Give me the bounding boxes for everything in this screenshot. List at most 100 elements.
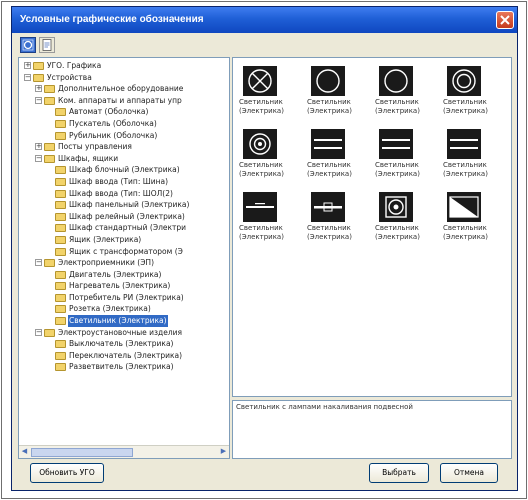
title-bar[interactable]: Условные графические обозначения: [12, 7, 517, 33]
folder-icon: [55, 166, 66, 175]
folder-icon: [55, 317, 66, 326]
tree-item[interactable]: Ящик (Электрика): [21, 234, 221, 246]
symbol-item[interactable]: Светильник (Электрика): [239, 188, 309, 250]
symbol-item[interactable]: Светильник (Электрика): [307, 125, 377, 187]
tree-item[interactable]: Светильник (Электрика): [21, 315, 221, 327]
expand-icon[interactable]: +: [35, 143, 42, 151]
symbol-item[interactable]: Светильник (Электрика): [443, 125, 511, 187]
tree-item[interactable]: − Электроустановочные изделия: [21, 327, 221, 339]
horizontal-scrollbar[interactable]: ◀ ▶: [19, 445, 229, 458]
symbol-item[interactable]: Светильник (Электрика): [239, 62, 309, 124]
folder-icon: [55, 224, 66, 233]
collapse-icon[interactable]: −: [35, 259, 42, 267]
tree-item[interactable]: Шкаф стандартный (Электри: [21, 222, 221, 234]
folder-icon: [55, 201, 66, 210]
tree-item-label: Переключатель (Электрика): [69, 350, 183, 360]
choose-button[interactable]: Выбрать: [369, 463, 429, 483]
tree-item-label: Шкаф стандартный (Электри: [69, 223, 187, 233]
tree-item[interactable]: + Посты управления: [21, 141, 221, 153]
view-list-button[interactable]: [39, 37, 55, 53]
folder-icon: [33, 62, 44, 70]
tree-item[interactable]: Шкаф ввода (Тип: Шина): [21, 176, 221, 188]
tree-item-label: Дополнительное оборудование: [58, 84, 184, 94]
update-ugo-button[interactable]: Обновить УГО: [30, 463, 104, 483]
scroll-thumb[interactable]: [31, 448, 133, 457]
symbol-label-line2: (Электрика): [239, 107, 284, 115]
tree-item[interactable]: Автомат (Оболочка): [21, 106, 221, 118]
tree-item[interactable]: Выключатель (Электрика): [21, 338, 221, 350]
collapse-icon[interactable]: −: [35, 96, 42, 104]
lamp-diagonal-icon: [447, 192, 481, 222]
folder-icon: [55, 270, 66, 279]
tree-item-label: Светильник (Электрика): [68, 315, 168, 327]
tree-item[interactable]: − Шкафы, ящики: [21, 153, 221, 165]
tree-item-label: Розетка (Электрика): [69, 304, 151, 314]
tree-item-label: Рубильник (Оболочка): [69, 130, 158, 140]
dialog-window: Условные графические обозначения + УГО. Г…: [11, 6, 518, 491]
symbol-item[interactable]: Светильник (Электрика): [239, 125, 309, 187]
expand-icon[interactable]: +: [35, 85, 42, 93]
symbol-item[interactable]: Светильник (Электрика): [375, 62, 445, 124]
tree-item[interactable]: Шкаф релейный (Электрика): [21, 211, 221, 223]
folder-icon: [55, 189, 66, 198]
symbol-item[interactable]: Светильник (Электрика): [307, 188, 377, 250]
symbol-label-line2: (Электрика): [375, 233, 420, 241]
tree-item[interactable]: Двигатель (Электрика): [21, 269, 221, 281]
symbol-label: Светильник (Электрика): [375, 224, 445, 242]
close-button[interactable]: [496, 11, 514, 29]
folder-icon: [44, 328, 55, 337]
tree-view[interactable]: + УГО. Графика − Устройства + Дополнительное …: [21, 60, 221, 373]
tree-item[interactable]: − Электроприемники (ЭП): [21, 257, 221, 269]
tree-item[interactable]: − Устройства: [21, 72, 221, 84]
scroll-right-icon[interactable]: ▶: [219, 447, 228, 456]
symbol-label-line1: Светильник: [307, 224, 351, 232]
tree-panel: + УГО. Графика − Устройства + Дополнительное …: [18, 57, 230, 459]
tree-item[interactable]: Шкаф ввода (Тип: ШОЛ(2): [21, 188, 221, 200]
window-title: Условные графические обозначения: [20, 14, 204, 25]
collapse-icon[interactable]: −: [24, 73, 31, 81]
collapse-icon[interactable]: −: [35, 328, 42, 336]
tree-item[interactable]: Пускатель (Оболочка): [21, 118, 221, 130]
tree-item[interactable]: Розетка (Электрика): [21, 303, 221, 315]
right-panel: Светильник (Электрика) Светильник (Электрик…: [232, 57, 512, 459]
folder-icon: [55, 340, 66, 349]
folder-icon: [55, 363, 66, 372]
collapse-icon[interactable]: −: [35, 154, 42, 162]
tree-item[interactable]: − Ком. аппараты и аппараты упр: [21, 95, 221, 107]
symbol-item[interactable]: Светильник (Электрика): [443, 62, 511, 124]
tree-item[interactable]: Потребитель РИ (Электрика): [21, 292, 221, 304]
tree-item-label: Шкаф панельный (Электрика): [69, 200, 190, 210]
symbol-grid: Светильник (Электрика) Светильник (Электрик…: [232, 57, 512, 397]
tree-item[interactable]: Нагреватель (Электрика): [21, 280, 221, 292]
tree-item[interactable]: + Дополнительное оборудование: [21, 83, 221, 95]
lamp-bar-icon: [311, 192, 345, 222]
symbol-item[interactable]: Светильник (Электрика): [443, 188, 511, 250]
folder-icon: [55, 119, 66, 128]
tree-item-label: Выключатель (Электрика): [69, 339, 174, 349]
tree-item-label: Посты управления: [58, 142, 132, 152]
folder-icon: [44, 259, 55, 268]
symbol-label-line1: Светильник: [239, 161, 283, 169]
symbol-item[interactable]: Светильник (Электрика): [375, 188, 445, 250]
expand-icon[interactable]: +: [24, 62, 31, 69]
view-icons-button[interactable]: [20, 37, 36, 53]
tree-item[interactable]: Рубильник (Оболочка): [21, 130, 221, 142]
toolbar: [18, 37, 58, 55]
folder-icon: [55, 212, 66, 221]
tree-item[interactable]: Шкаф панельный (Электрика): [21, 199, 221, 211]
folder-icon: [44, 154, 55, 163]
tree-item[interactable]: Переключатель (Электрика): [21, 350, 221, 362]
scroll-left-icon[interactable]: ◀: [20, 447, 29, 456]
symbol-description: Светильник с лампами накаливания подвесн…: [236, 403, 413, 411]
tree-item-label: Шкаф релейный (Электрика): [69, 211, 185, 221]
tree-item-label: Шкаф ввода (Тип: ШОЛ(2): [69, 188, 173, 198]
tree-item[interactable]: Разветвитель (Электрика): [21, 361, 221, 373]
cancel-button[interactable]: Отмена: [440, 463, 498, 483]
symbol-label: Светильник (Электрика): [239, 224, 309, 242]
tree-item[interactable]: Ящик с трансформатором (Э: [21, 246, 221, 258]
symbol-label-line1: Светильник: [443, 98, 487, 106]
symbol-item[interactable]: Светильник (Электрика): [375, 125, 445, 187]
symbol-item[interactable]: Светильник (Электрика): [307, 62, 377, 124]
tree-item[interactable]: Шкаф блочный (Электрика): [21, 164, 221, 176]
tree-item[interactable]: + УГО. Графика: [21, 60, 221, 72]
